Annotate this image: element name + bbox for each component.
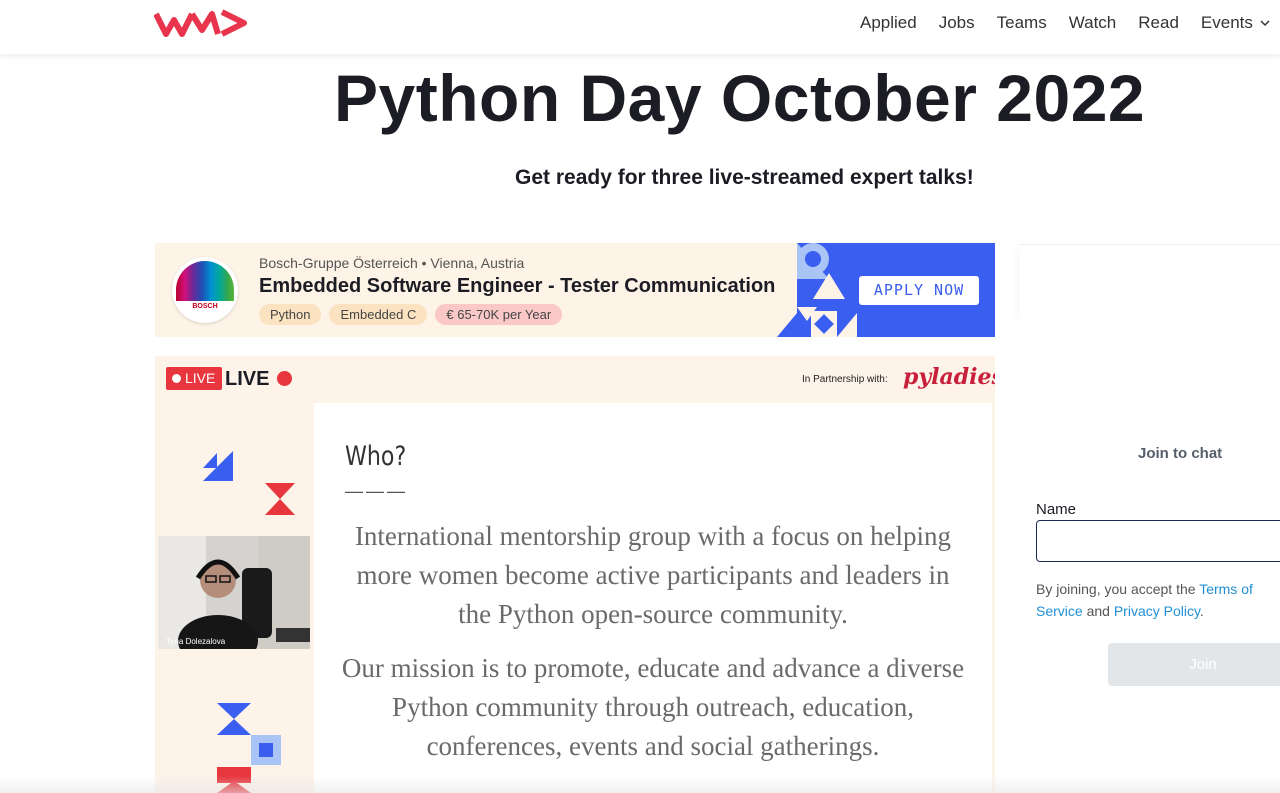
job-ad-banner[interactable]: BOSCH Bosch-Gruppe Österreich • Vienna, … bbox=[155, 243, 995, 337]
top-nav: Applied Jobs Teams Watch Read Events bbox=[0, 0, 1280, 54]
job-company: Bosch-Gruppe Österreich bbox=[259, 255, 418, 271]
nav-watch[interactable]: Watch bbox=[1069, 13, 1117, 33]
nav-teams[interactable]: Teams bbox=[997, 13, 1047, 33]
bosch-logo: BOSCH bbox=[172, 257, 238, 323]
live-heading: LIVE bbox=[225, 368, 270, 390]
nav-events[interactable]: Events bbox=[1201, 13, 1271, 33]
speaker-video-frame bbox=[158, 536, 310, 649]
job-separator: • bbox=[421, 255, 427, 271]
nav-applied[interactable]: Applied bbox=[860, 13, 917, 33]
presentation-slide: Who? ——— International mentorship group … bbox=[314, 403, 992, 793]
live-badge-label: LIVE bbox=[185, 370, 216, 386]
job-salary-tag: € 65-70K per Year bbox=[435, 304, 563, 325]
wm-logo[interactable] bbox=[154, 8, 248, 38]
join-button[interactable]: Join bbox=[1108, 643, 1280, 686]
privacy-policy-link[interactable]: Privacy Policy bbox=[1114, 603, 1200, 619]
speaker-name: Tyna Dolezalova bbox=[166, 637, 226, 646]
live-badge: LIVE bbox=[166, 367, 223, 390]
terms-text: By joining, you accept the Terms of Serv… bbox=[1036, 578, 1280, 622]
job-tag: Python bbox=[259, 304, 322, 325]
slide-paragraph: Our mission is to promote, educate and a… bbox=[341, 653, 965, 761]
bottom-fade bbox=[0, 776, 1280, 793]
record-dot-icon bbox=[277, 371, 292, 386]
nav-read[interactable]: Read bbox=[1138, 13, 1179, 33]
bosch-logo-gradient bbox=[176, 261, 234, 301]
partner-label: In Partnership with: bbox=[802, 374, 888, 385]
terms-and: and bbox=[1082, 603, 1114, 619]
chat-header-panel bbox=[1019, 244, 1280, 317]
nav-events-label: Events bbox=[1200, 13, 1253, 32]
job-location: Vienna, Austria bbox=[430, 255, 525, 271]
terms-suffix: . bbox=[1199, 603, 1204, 619]
job-tag: Embedded C bbox=[329, 304, 428, 325]
slide-paragraph: International mentorship group with a fo… bbox=[354, 521, 952, 629]
chevron-down-icon bbox=[1260, 20, 1270, 27]
terms-prefix: By joining, you accept the bbox=[1036, 581, 1200, 597]
job-tags: Python Embedded C € 65-70K per Year bbox=[259, 304, 563, 325]
slide-heading: Who? bbox=[345, 441, 407, 472]
job-title[interactable]: Embedded Software Engineer - Tester Comm… bbox=[259, 275, 775, 298]
live-stream-player[interactable]: LIVE LIVE In Partnership with: pyladies … bbox=[155, 356, 995, 793]
name-input[interactable] bbox=[1036, 520, 1280, 562]
name-label: Name bbox=[1036, 501, 1077, 518]
speaker-camera: Tyna Dolezalova bbox=[158, 536, 310, 649]
live-dot-icon bbox=[172, 374, 181, 383]
nav-jobs[interactable]: Jobs bbox=[939, 13, 975, 33]
job-company-location: Bosch-Gruppe Österreich • Vienna, Austri… bbox=[259, 255, 524, 271]
chat-title: Join to chat bbox=[1138, 445, 1223, 462]
pyladies-logo: pyladies bbox=[903, 364, 995, 390]
apply-now-button[interactable]: APPLY NOW bbox=[859, 276, 979, 305]
slide-heading-rule: ——— bbox=[345, 481, 408, 501]
page-subtitle: Get ready for three live-streamed expert… bbox=[515, 166, 974, 189]
bosch-logo-text: BOSCH bbox=[192, 303, 218, 310]
page-title: Python Day October 2022 bbox=[334, 61, 1146, 135]
